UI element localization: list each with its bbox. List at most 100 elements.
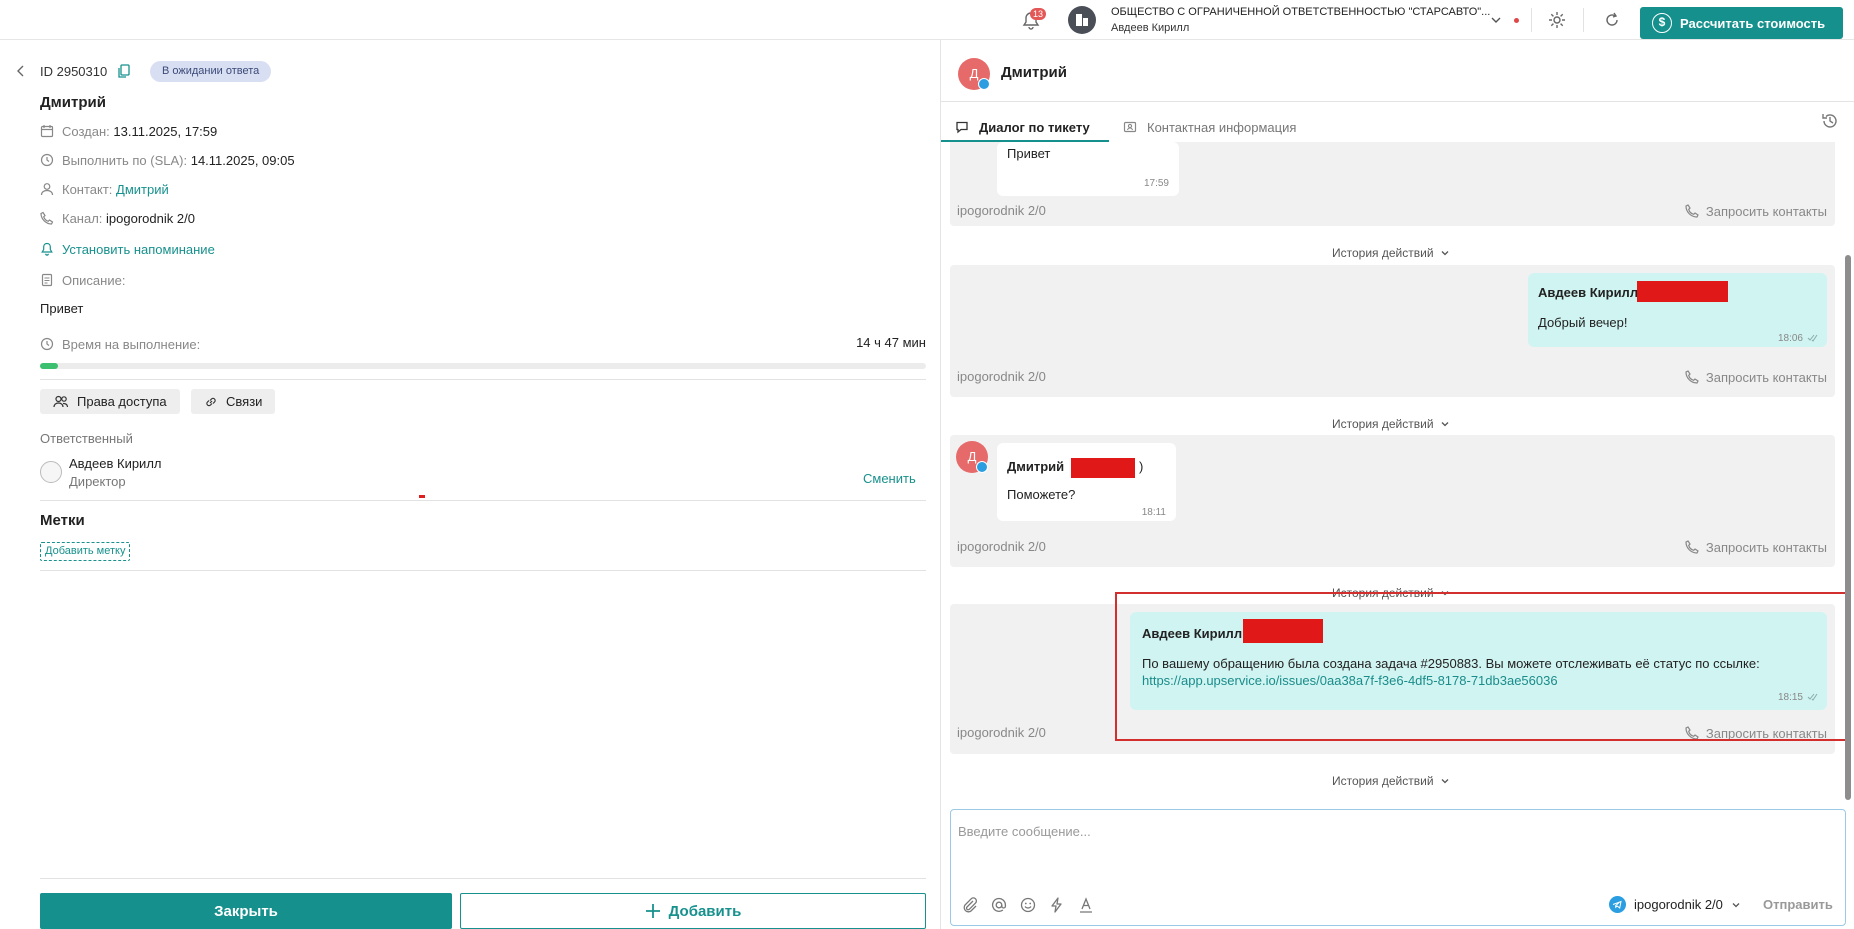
sla-label: Выполнить по (SLA): bbox=[62, 152, 188, 168]
phone-request-icon bbox=[1684, 203, 1700, 219]
divider bbox=[40, 500, 926, 501]
avatar bbox=[40, 461, 62, 483]
refresh-icon[interactable] bbox=[1602, 10, 1622, 30]
lightning-icon[interactable] bbox=[1048, 896, 1066, 914]
clock-icon bbox=[40, 153, 54, 167]
org-user-name[interactable]: Авдеев Кирилл bbox=[1111, 22, 1189, 34]
created-value: 13.11.2025, 17:59 bbox=[113, 123, 218, 139]
history-toggle[interactable]: История действий bbox=[1332, 774, 1450, 788]
gear-icon[interactable] bbox=[1547, 10, 1567, 30]
message-block: Авдеев Кирилл Добрый вечер! 18:06 ipogor… bbox=[950, 265, 1835, 397]
clock-icon bbox=[40, 337, 54, 351]
set-reminder-button[interactable]: Установить напоминание bbox=[40, 240, 215, 258]
redacted-block bbox=[1637, 281, 1728, 302]
message-text: Привет bbox=[1007, 146, 1051, 161]
responsible-role: Директор bbox=[69, 474, 126, 489]
at-icon[interactable] bbox=[990, 896, 1008, 914]
channel-selector[interactable]: ipogorodnik 2/0 bbox=[1609, 896, 1741, 913]
person-icon bbox=[40, 182, 54, 196]
message-time: 18:11 bbox=[1141, 507, 1166, 518]
links-button[interactable]: Связи bbox=[191, 389, 276, 414]
history-icon[interactable] bbox=[1820, 111, 1840, 131]
org-icon[interactable] bbox=[1068, 6, 1096, 34]
document-icon bbox=[40, 273, 54, 287]
message-bubble: Дмитрий ) Поможете? 18:11 bbox=[997, 443, 1176, 521]
message-channel: ipogorodnik 2/0 bbox=[957, 203, 1046, 218]
chat-contact-name: Дмитрий bbox=[1001, 64, 1067, 81]
request-contacts-button[interactable]: Запросить контакты bbox=[1684, 369, 1827, 385]
links-label: Связи bbox=[226, 394, 263, 409]
request-contacts-button[interactable]: Запросить контакты bbox=[1684, 203, 1827, 219]
channel-row: Канал: ipogorodnik 2/0 bbox=[40, 209, 195, 227]
history-label: История действий bbox=[1332, 417, 1434, 431]
double-check-icon bbox=[1807, 334, 1819, 342]
created-label: Создан: bbox=[62, 123, 110, 139]
chevron-down-icon[interactable] bbox=[1490, 14, 1502, 26]
request-contacts-label: Запросить контакты bbox=[1705, 369, 1827, 385]
close-ticket-button[interactable]: Закрыть bbox=[40, 893, 452, 929]
message-block: Д Дмитрий ) Поможете? 18:11 ipogorodnik … bbox=[950, 435, 1835, 567]
tab-dialog-label: Диалог по тикету bbox=[979, 119, 1090, 135]
contact-row: Контакт: Дмитрий bbox=[40, 180, 169, 198]
link-icon bbox=[204, 395, 218, 409]
plus-icon bbox=[645, 903, 661, 919]
notification-count-badge: 13 bbox=[1030, 8, 1047, 20]
created-row: Создан: 13.11.2025, 17:59 bbox=[40, 122, 217, 140]
contact-link[interactable]: Дмитрий bbox=[116, 182, 169, 197]
chat-icon bbox=[955, 120, 969, 134]
time-progress-fill bbox=[40, 363, 58, 369]
tab-contact-info-label: Контактная информация bbox=[1147, 119, 1297, 135]
sla-row: Выполнить по (SLA): 14.11.2025, 09:05 bbox=[40, 151, 295, 169]
chat-scrollbar[interactable] bbox=[1845, 255, 1851, 800]
channel-label: Канал: bbox=[62, 210, 103, 226]
access-rights-button[interactable]: Права доступа bbox=[40, 389, 180, 414]
bell-outline-icon bbox=[40, 242, 54, 256]
paperclip-icon[interactable] bbox=[961, 896, 979, 914]
contact-label: Контакт: bbox=[62, 181, 113, 197]
tab-contact-info[interactable]: Контактная информация bbox=[1123, 112, 1296, 142]
ticket-id: ID 2950310 bbox=[40, 64, 108, 79]
history-label: История действий bbox=[1332, 774, 1434, 788]
chevron-down-icon bbox=[1440, 248, 1450, 258]
change-responsible-link[interactable]: Сменить bbox=[863, 471, 916, 486]
description-row: Описание: bbox=[40, 271, 125, 289]
message-channel: ipogorodnik 2/0 bbox=[957, 369, 1046, 384]
message-channel: ipogorodnik 2/0 bbox=[957, 539, 1046, 554]
tab-dialog[interactable]: Диалог по тикету bbox=[955, 112, 1090, 142]
responsible-label: Ответственный bbox=[40, 431, 133, 446]
divider bbox=[1583, 8, 1584, 32]
copy-icon[interactable] bbox=[118, 64, 130, 78]
message-text: Поможете? bbox=[1007, 487, 1076, 502]
back-icon[interactable] bbox=[14, 64, 28, 78]
org-name[interactable]: ОБЩЕСТВО С ОГРАНИЧЕННОЙ ОТВЕТСТВЕННОСТЬЮ… bbox=[1111, 6, 1490, 18]
tabs-divider bbox=[941, 101, 1854, 102]
request-contacts-label: Запросить контакты bbox=[1705, 203, 1827, 219]
time-label: Время на выполнение: bbox=[62, 336, 201, 352]
text-format-icon[interactable] bbox=[1077, 896, 1095, 914]
status-dot bbox=[1514, 18, 1519, 23]
calculate-price-button[interactable]: $ Рассчитать стоимость bbox=[1640, 7, 1843, 39]
add-button[interactable]: Добавить bbox=[460, 893, 926, 929]
message-input[interactable]: Введите сообщение... bbox=[958, 824, 1091, 839]
send-button[interactable]: Отправить bbox=[1763, 897, 1833, 912]
add-tag-button[interactable]: Добавить метку bbox=[40, 542, 131, 561]
status-badge: В ожидании ответа bbox=[150, 61, 272, 82]
add-button-label: Добавить bbox=[668, 902, 742, 920]
phone-icon bbox=[40, 211, 54, 225]
message-block: Привет 17:59 ipogorodnik 2/0 Запросить к… bbox=[950, 142, 1835, 226]
marker bbox=[419, 495, 425, 498]
responsible-name: Авдеев Кирилл bbox=[69, 456, 162, 471]
telegram-icon bbox=[978, 78, 990, 90]
history-toggle[interactable]: История действий bbox=[1332, 417, 1450, 431]
description-label: Описание: bbox=[62, 272, 126, 288]
divider bbox=[40, 379, 926, 380]
telegram-icon bbox=[1609, 896, 1626, 913]
emoji-icon[interactable] bbox=[1019, 896, 1037, 914]
request-contacts-button[interactable]: Запросить контакты bbox=[1684, 539, 1827, 555]
chevron-down-icon bbox=[1440, 776, 1450, 786]
history-toggle[interactable]: История действий bbox=[1332, 246, 1450, 260]
chat-avatar-letter: Д bbox=[969, 66, 979, 81]
message-text: Добрый вечер! bbox=[1538, 315, 1628, 330]
telegram-icon bbox=[976, 461, 988, 473]
channel-value: ipogorodnik 2/0 bbox=[106, 210, 195, 226]
